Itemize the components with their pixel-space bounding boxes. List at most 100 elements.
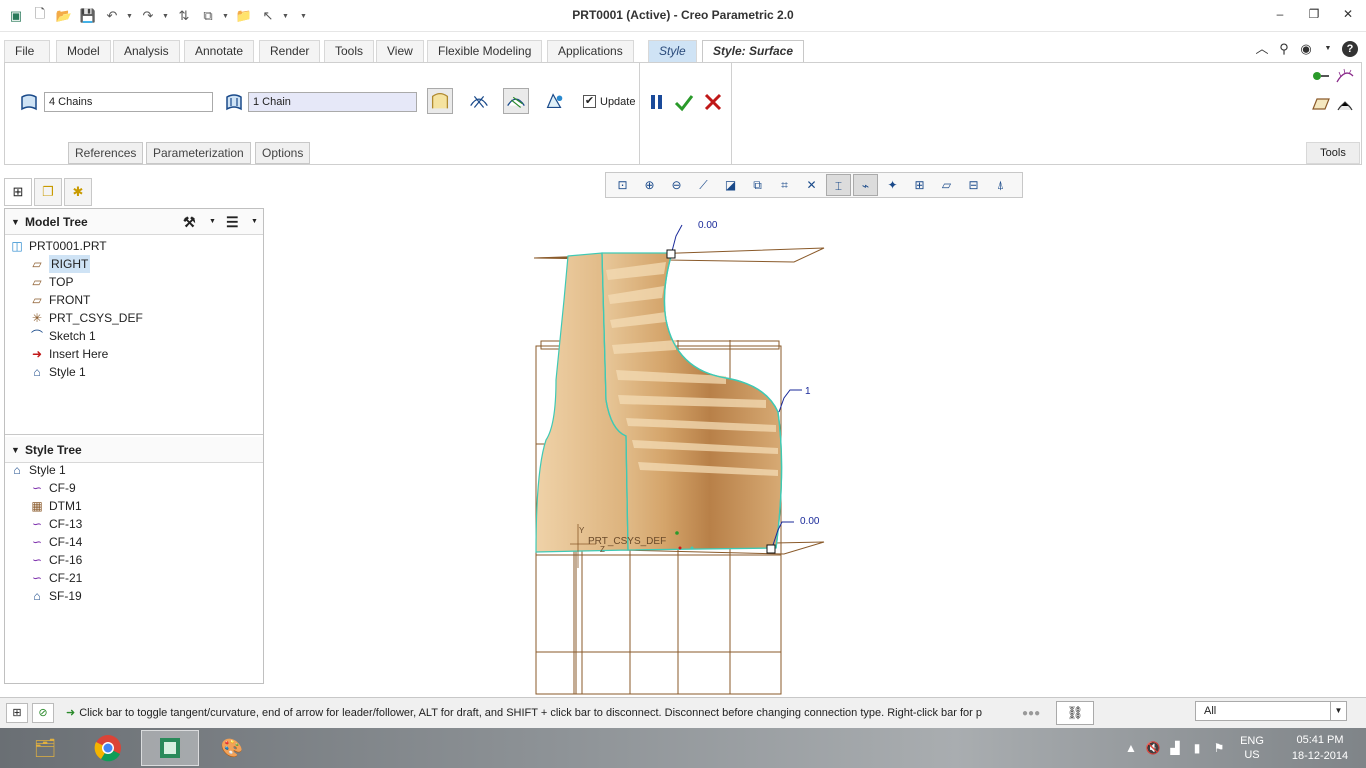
cancel-icon[interactable] — [703, 92, 723, 112]
pause-icon[interactable] — [648, 92, 666, 112]
tab-flexible-modeling[interactable]: Flexible Modeling — [427, 40, 543, 62]
tree-item-top[interactable]: ▱ TOP — [29, 273, 73, 291]
tab-annotate[interactable]: Annotate — [184, 40, 255, 62]
tab-tools[interactable]: Tools — [324, 40, 375, 62]
find-icon[interactable]: ⛓ — [1056, 701, 1094, 725]
saved-views-icon[interactable]: ⧉ — [745, 174, 770, 196]
chrome-icon[interactable] — [79, 730, 137, 766]
reflection-analysis-icon[interactable] — [503, 88, 529, 114]
favorites-tab-icon[interactable]: ✱ — [64, 178, 92, 206]
view-manager-icon[interactable]: ⌗ — [772, 174, 797, 196]
surface-analysis-icon[interactable] — [1335, 94, 1355, 114]
power-icon[interactable]: ▮ — [1186, 741, 1208, 755]
datum-plane-tool-icon[interactable] — [1312, 96, 1330, 112]
tools-group-label[interactable]: Tools — [1306, 142, 1360, 164]
tree-item-csys[interactable]: ✳ PRT_CSYS_DEF — [29, 309, 143, 327]
language-indicator[interactable]: ENG US — [1230, 734, 1274, 762]
spin-center-icon[interactable]: ⍋ — [988, 174, 1013, 196]
panel-divider[interactable] — [5, 434, 263, 435]
tab-options[interactable]: Options — [255, 142, 311, 164]
paint-icon[interactable]: 🎨 — [203, 730, 261, 766]
tab-view[interactable]: View — [376, 40, 424, 62]
tab-analysis[interactable]: Analysis — [113, 40, 180, 62]
tree-columns-icon[interactable]: ☰ — [226, 209, 239, 235]
surface-preview-icon[interactable] — [427, 88, 453, 114]
tab-model[interactable]: Model — [56, 40, 111, 62]
network-icon[interactable]: ▟ — [1164, 741, 1186, 755]
accept-icon[interactable] — [674, 92, 694, 112]
model-tree-header[interactable]: ▼ Model Tree ⚒ ▼ ☰ ▼ — [5, 209, 263, 235]
graphics-window[interactable]: PRT_CSYS_DEF Y Z 0.00 1 0.00 — [266, 200, 1366, 695]
creo-taskbar-icon[interactable] — [141, 730, 199, 766]
minimize-icon[interactable]: – — [1272, 6, 1288, 22]
tree-item-front[interactable]: ▱ FRONT — [29, 291, 90, 309]
control-point-handle[interactable] — [666, 249, 676, 259]
help-icon[interactable]: ? — [1342, 41, 1358, 57]
style-tree-item[interactable]: ⌂ SF-19 — [29, 587, 81, 605]
update-checkbox[interactable]: ✔ Update — [583, 95, 635, 108]
chevron-down-icon[interactable]: ▼ — [1330, 702, 1346, 720]
tab-file[interactable]: File ▼ — [4, 40, 50, 77]
clock[interactable]: 05:41 PM 18-12-2014 — [1274, 732, 1366, 764]
style-tree-item[interactable]: ▦ DTM1 — [29, 497, 81, 515]
surface-mesh-icon[interactable] — [466, 88, 492, 114]
style-tree-item[interactable]: ∽ CF-13 — [29, 515, 82, 533]
dimension-mid-value[interactable]: 1 — [805, 386, 811, 397]
model-canvas[interactable]: PRT_CSYS_DEF Y Z 0.00 1 0.00 — [266, 200, 1366, 695]
show-hidden-icons-icon[interactable]: ▲ — [1120, 741, 1142, 755]
tab-style-surface[interactable]: Style: Surface — [702, 40, 805, 63]
zoom-in-icon[interactable]: ⊕ — [637, 174, 662, 196]
tree-root-part[interactable]: ◫ PRT0001.PRT — [9, 237, 106, 255]
collapse-arrow-icon[interactable]: ▼ — [11, 209, 20, 235]
origin-point[interactable] — [690, 546, 694, 550]
cross-chains-icon[interactable] — [224, 92, 244, 112]
refit-icon[interactable]: ⊡ — [610, 174, 635, 196]
origin-point[interactable] — [678, 546, 682, 550]
tab-references[interactable]: References — [68, 142, 144, 164]
tab-render[interactable]: Render — [259, 40, 321, 62]
file-explorer-icon[interactable]: 🗂 — [16, 730, 74, 766]
browser-toggle-icon[interactable]: ⊘ — [32, 703, 54, 723]
volume-muted-icon[interactable]: 🔇 — [1142, 741, 1164, 755]
primary-chains-icon[interactable] — [19, 92, 39, 112]
close-icon[interactable]: ✕ — [1340, 6, 1356, 22]
chevron-down-icon[interactable]: ▼ — [251, 209, 258, 235]
selection-filter[interactable]: All ▼ — [1195, 701, 1347, 721]
dimension-bottom-value[interactable]: 0.00 — [800, 516, 820, 527]
checkbox-checked-icon[interactable]: ✔ — [583, 95, 596, 108]
tree-item-insert-here[interactable]: ➜ Insert Here — [29, 345, 108, 363]
chevron-down-icon[interactable]: ▼ — [1320, 41, 1336, 57]
control-point-handle[interactable] — [766, 544, 776, 554]
connect-toggle-icon[interactable] — [1312, 68, 1330, 84]
primary-chains-field[interactable]: 4 Chains — [44, 92, 213, 112]
csys-display-icon[interactable]: ⊞ — [907, 174, 932, 196]
restore-icon[interactable]: ❐ — [1306, 6, 1322, 22]
style-tree-item[interactable]: ∽ CF-21 — [29, 569, 82, 587]
zoom-out-icon[interactable]: ⊖ — [664, 174, 689, 196]
display-style-icon[interactable]: ◪ — [718, 174, 743, 196]
tree-item-sketch[interactable]: ⌒ Sketch 1 — [29, 327, 96, 345]
community-icon[interactable]: ◉ — [1298, 41, 1314, 57]
dimension-top-value[interactable]: 0.00 — [698, 220, 718, 231]
curvature-analysis-icon[interactable] — [1335, 66, 1355, 86]
curve-display-icon[interactable]: ⌁ — [853, 174, 878, 196]
action-center-icon[interactable]: ⚑ — [1208, 741, 1230, 755]
annotation-display-icon[interactable]: ⊟ — [961, 174, 986, 196]
datum-display-icon[interactable]: ⌶ — [826, 174, 851, 196]
style-tree-header[interactable]: ▼ Style Tree — [5, 437, 263, 463]
tree-item-style[interactable]: ⌂ Style 1 — [29, 363, 85, 381]
chevron-down-icon[interactable]: ▼ — [209, 209, 216, 235]
point-display-icon[interactable]: ✦ — [880, 174, 905, 196]
cross-chains-field[interactable]: 1 Chain — [248, 92, 417, 112]
search-icon[interactable]: ⚲ — [1276, 41, 1292, 57]
folder-browser-tab-icon[interactable]: ❐ — [34, 178, 62, 206]
tab-parameterization[interactable]: Parameterization — [146, 142, 251, 164]
model-tree-tab-icon[interactable]: ⊞ — [4, 178, 32, 206]
draft-analysis-icon[interactable] — [541, 88, 567, 114]
tab-applications[interactable]: Applications — [547, 40, 634, 62]
navigator-toggle-icon[interactable]: ⊞ — [6, 703, 28, 723]
origin-point[interactable] — [675, 531, 679, 535]
style-tree-root[interactable]: ⌂ Style 1 — [9, 461, 65, 479]
collapse-ribbon-icon[interactable]: ︿ — [1254, 41, 1270, 57]
tab-style[interactable]: Style — [648, 40, 697, 62]
